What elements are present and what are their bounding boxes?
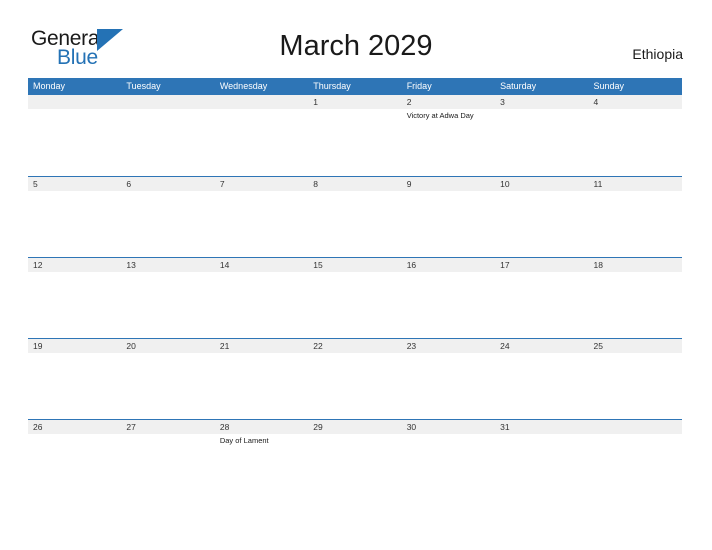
calendar-week-cells: 26 27 28 Day of Lament 29 30 31: [28, 420, 682, 500]
day-number: 24: [500, 341, 510, 351]
day-number: 15: [313, 260, 323, 270]
day-number: 28: [219, 422, 230, 432]
day-number: [220, 95, 308, 109]
day-number: 11: [593, 179, 603, 189]
day-number: 17: [500, 260, 510, 270]
calendar-day-cell-empty: [589, 420, 682, 500]
day-number: 16: [406, 260, 417, 270]
weekday-header-wednesday: Wednesday: [219, 81, 268, 91]
calendar-day-cell-empty: [121, 95, 214, 175]
day-events: Victory at Adwa Day: [407, 109, 495, 121]
calendar-day-cell[interactable]: 9: [402, 177, 495, 257]
day-number: [594, 420, 682, 434]
weekday-header-tuesday: Tuesday: [126, 81, 161, 91]
calendar-day-cell[interactable]: 17: [495, 258, 588, 338]
calendar-day-cell[interactable]: 21: [215, 339, 308, 419]
day-number: 7: [219, 179, 225, 189]
day-number: 19: [33, 341, 43, 351]
day-number: 9: [406, 179, 412, 189]
day-number: 18: [593, 260, 603, 270]
day-number: 4: [593, 97, 599, 107]
calendar-day-cell-empty: [215, 95, 308, 175]
day-number: 14: [219, 260, 230, 270]
calendar-day-cell-empty: [28, 95, 121, 175]
day-number: [126, 95, 214, 109]
calendar-day-cell[interactable]: 19: [28, 339, 121, 419]
calendar-day-cell[interactable]: 15: [308, 258, 401, 338]
calendar-week-cells: 5 6 7 8 9 10 11: [28, 177, 682, 257]
calendar-week-row: 1 2 Victory at Adwa Day 3 4: [28, 95, 682, 176]
calendar-day-cell[interactable]: 12: [28, 258, 121, 338]
calendar-week-row: 19 20 21 22 23 24 25: [28, 338, 682, 419]
page-title: March 2029: [279, 30, 433, 62]
day-number: 30: [406, 422, 417, 432]
day-number: 5: [33, 179, 38, 189]
day-number: 12: [33, 260, 43, 270]
weekday-header-monday: Monday: [33, 81, 66, 91]
calendar-week-cells: 1 2 Victory at Adwa Day 3 4: [28, 95, 682, 175]
calendar-week-cells: 12 13 14 15 16 17 18: [28, 258, 682, 338]
weekday-header-row: Monday Tuesday Wednesday Thursday Friday…: [28, 78, 682, 95]
day-number: 20: [126, 341, 136, 351]
calendar-day-cell[interactable]: 13: [121, 258, 214, 338]
day-number: 6: [126, 179, 132, 189]
holiday-label: Day of Lament: [219, 436, 269, 445]
weekday-header-saturday: Saturday: [500, 81, 537, 91]
calendar-week-row: 26 27 28 Day of Lament 29 30 31: [28, 419, 682, 500]
calendar-day-cell[interactable]: 4: [589, 95, 682, 175]
day-number: [33, 95, 121, 109]
calendar-day-cell[interactable]: 30: [402, 420, 495, 500]
day-number: 8: [313, 179, 318, 189]
calendar-week-row: 5 6 7 8 9 10 11: [28, 176, 682, 257]
day-number: 2: [406, 97, 412, 107]
day-events: Day of Lament: [220, 434, 308, 446]
calendar-day-cell[interactable]: 27: [121, 420, 214, 500]
calendar-day-cell[interactable]: 31: [495, 420, 588, 500]
calendar-grid: Monday Tuesday Wednesday Thursday Friday…: [28, 78, 682, 500]
day-number: 26: [33, 422, 43, 432]
calendar-week-cells: 19 20 21 22 23 24 25: [28, 339, 682, 419]
calendar-day-cell[interactable]: 18: [589, 258, 682, 338]
calendar-day-cell[interactable]: 29: [308, 420, 401, 500]
calendar-day-cell[interactable]: 25: [589, 339, 682, 419]
calendar-day-cell[interactable]: 23: [402, 339, 495, 419]
calendar-day-cell[interactable]: 20: [121, 339, 214, 419]
day-number: 23: [406, 341, 417, 351]
day-number: 3: [500, 97, 505, 107]
day-number: 21: [219, 341, 230, 351]
weekday-header-sunday: Sunday: [593, 81, 625, 91]
calendar-day-cell[interactable]: 5: [28, 177, 121, 257]
day-number: 27: [126, 422, 136, 432]
weekday-header-thursday: Thursday: [313, 81, 351, 91]
calendar-day-cell[interactable]: 11: [589, 177, 682, 257]
calendar-day-cell[interactable]: 8: [308, 177, 401, 257]
day-number: 1: [313, 97, 318, 107]
day-number: 10: [500, 179, 510, 189]
calendar-week-row: 12 13 14 15 16 17 18: [28, 257, 682, 338]
calendar-day-cell[interactable]: 2 Victory at Adwa Day: [402, 95, 495, 175]
day-number: 31: [500, 422, 510, 432]
calendar-day-cell[interactable]: 22: [308, 339, 401, 419]
day-number: 13: [126, 260, 136, 270]
country-label: Ethiopia: [632, 46, 683, 62]
calendar-day-cell[interactable]: 26: [28, 420, 121, 500]
day-number: 22: [313, 341, 323, 351]
calendar-day-cell[interactable]: 10: [495, 177, 588, 257]
calendar-day-cell[interactable]: 28 Day of Lament: [215, 420, 308, 500]
holiday-label: Victory at Adwa Day: [406, 111, 474, 120]
calendar-day-cell[interactable]: 6: [121, 177, 214, 257]
calendar-day-cell[interactable]: 14: [215, 258, 308, 338]
calendar-day-cell[interactable]: 3: [495, 95, 588, 175]
day-number: 25: [593, 341, 603, 351]
calendar-day-cell[interactable]: 1: [308, 95, 401, 175]
calendar-day-cell[interactable]: 24: [495, 339, 588, 419]
calendar-day-cell[interactable]: 7: [215, 177, 308, 257]
calendar-day-cell[interactable]: 16: [402, 258, 495, 338]
page-header: General Blue March 2029 Ethiopia: [0, 0, 712, 78]
weekday-header-friday: Friday: [406, 81, 432, 91]
calendar-weeks: 1 2 Victory at Adwa Day 3 4 5 6 7 8 9 10 11 12 13 14 15…: [28, 95, 682, 500]
day-number: 29: [313, 422, 323, 432]
